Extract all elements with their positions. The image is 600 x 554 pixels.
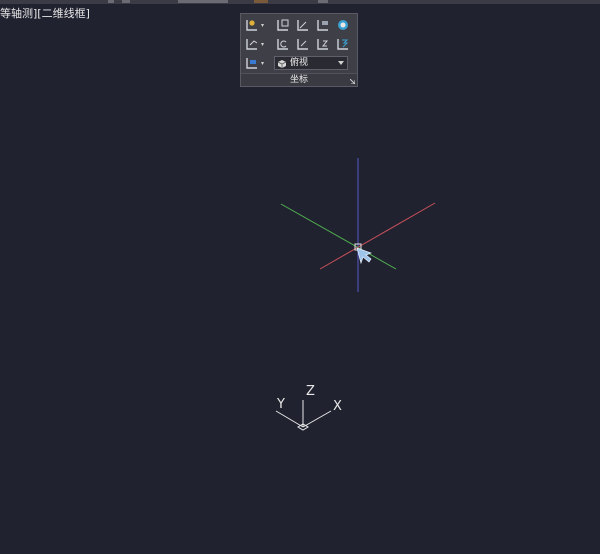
y-axis-line xyxy=(280,203,397,270)
ucs-z-label: Z xyxy=(306,384,315,399)
ucs-x-label: X xyxy=(333,399,342,414)
cursor-arrow-icon xyxy=(356,247,372,265)
drawing-canvas[interactable] xyxy=(0,0,600,554)
ucs-y-label: Y xyxy=(277,397,285,412)
